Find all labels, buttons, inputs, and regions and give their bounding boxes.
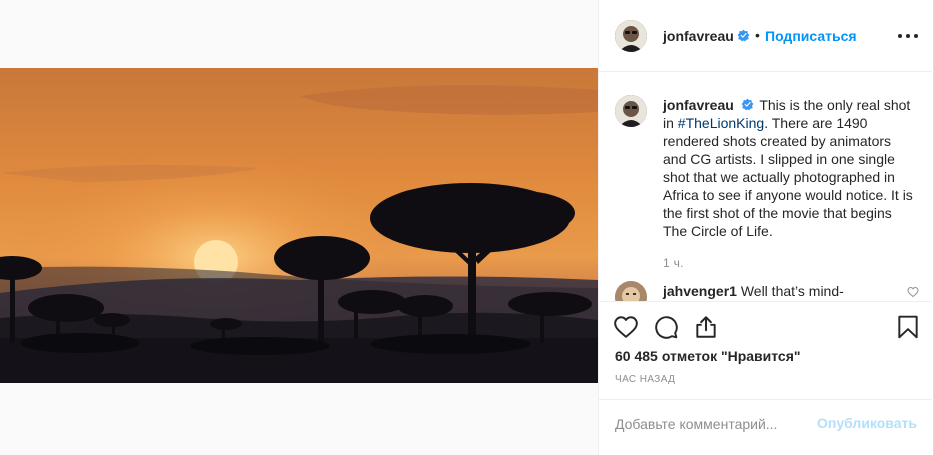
likes-count[interactable]: 60 485 отметок "Нравится": [615, 348, 801, 364]
comment-like-heart-icon[interactable]: [907, 286, 919, 298]
more-options-icon[interactable]: [897, 26, 919, 46]
post-actions: 60 485 отметок "Нравится" час назад: [599, 301, 934, 411]
verified-badge-icon: [741, 98, 754, 111]
post-timestamp[interactable]: час назад: [615, 374, 675, 385]
separator-dot: •: [755, 27, 760, 43]
post-photo[interactable]: [0, 68, 598, 383]
follow-button[interactable]: Подписаться: [765, 28, 857, 44]
likes-label: отметок "Нравится": [661, 348, 801, 364]
caption-author-avatar[interactable]: [615, 95, 647, 127]
author-username[interactable]: jonfavreau: [663, 28, 734, 44]
verified-badge-icon: [737, 29, 750, 42]
publish-comment-button[interactable]: Опубликовать: [817, 415, 917, 431]
instagram-post-modal: jonfavreau • Подписаться jonfavreau This…: [0, 0, 934, 455]
heart-icon[interactable]: [613, 314, 639, 340]
post-header: jonfavreau • Подписаться: [599, 0, 934, 72]
comment-item: jahvenger1 Well that’s mind-: [663, 282, 903, 300]
commenter-avatar[interactable]: [615, 281, 647, 301]
hashtag-link[interactable]: #TheLionKing: [678, 115, 764, 131]
comment-icon[interactable]: [653, 314, 679, 340]
author-avatar[interactable]: [615, 20, 647, 52]
comment-text: Well that’s mind-: [740, 283, 844, 299]
post-side-panel: jonfavreau • Подписаться jonfavreau This…: [598, 0, 934, 455]
likes-number: 60 485: [615, 348, 658, 364]
caption-username[interactable]: jonfavreau: [663, 97, 734, 113]
caption-text-end: . There are 1490 rendered shots created …: [663, 115, 913, 239]
caption-time[interactable]: 1 ч.: [663, 256, 684, 270]
add-comment-input[interactable]: [615, 414, 815, 434]
add-comment-bar: Опубликовать: [599, 399, 934, 455]
bookmark-icon[interactable]: [895, 314, 921, 340]
share-icon[interactable]: [693, 314, 719, 340]
media-pane: [0, 0, 598, 455]
post-caption: jonfavreau This is the only real shot in…: [663, 96, 915, 240]
comment-username[interactable]: jahvenger1: [663, 283, 737, 299]
comments-list[interactable]: jonfavreau This is the only real shot in…: [599, 73, 934, 301]
